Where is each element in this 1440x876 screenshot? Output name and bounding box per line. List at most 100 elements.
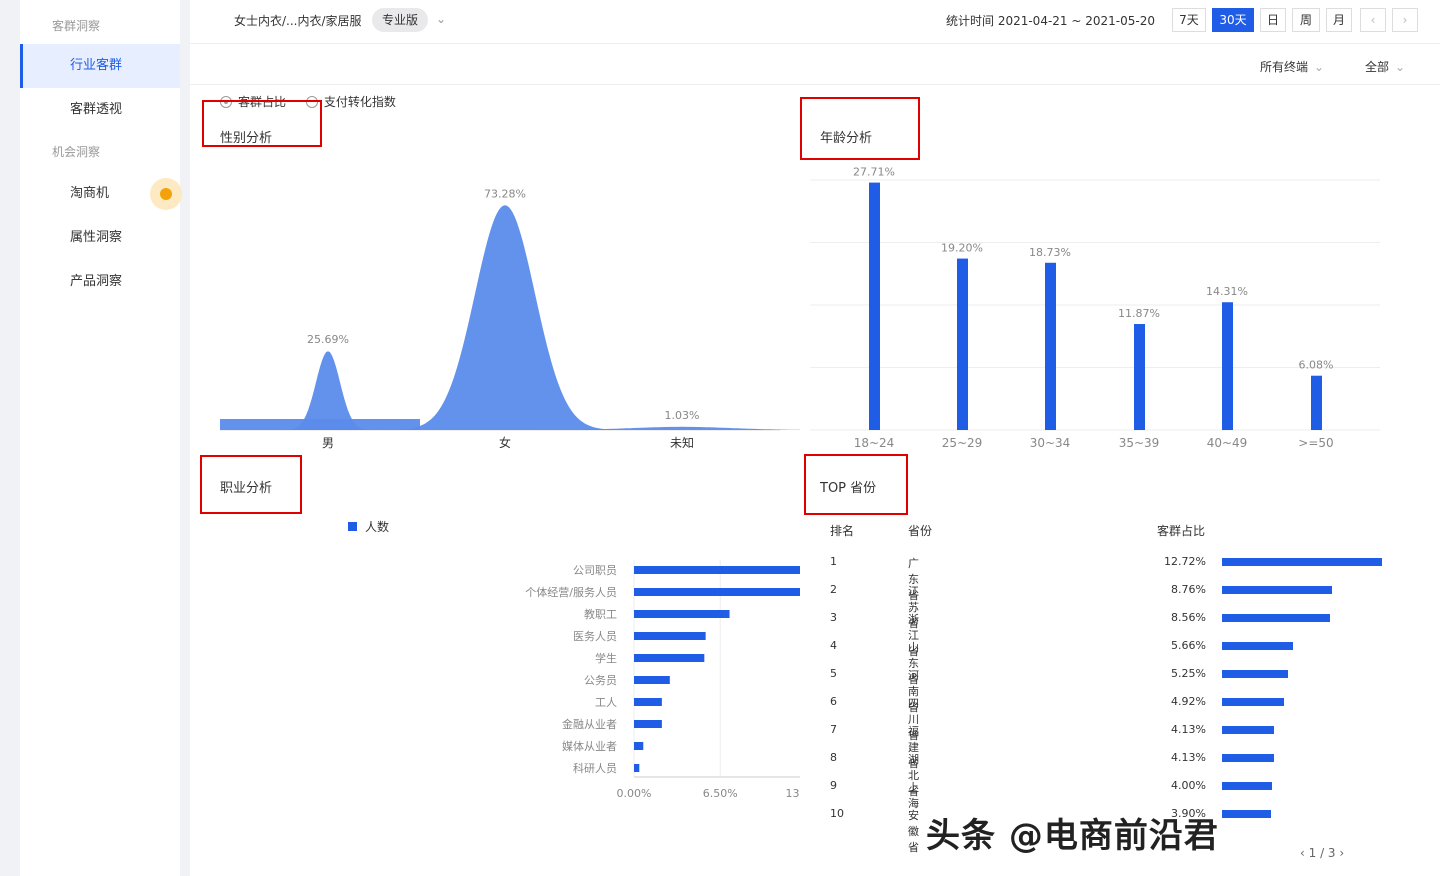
- province-share: 4.13%: [1171, 751, 1206, 764]
- province-header-share: 客群占比: [1157, 524, 1206, 538]
- age-bar-18~24: [869, 182, 880, 430]
- province-share: 8.56%: [1171, 611, 1206, 624]
- province-row: 5 河南省 5.25%: [190, 667, 1289, 714]
- period-month-button[interactable]: 月: [1326, 8, 1352, 32]
- x-tick-label: 30~34: [1030, 436, 1071, 450]
- legend-swatch: [348, 522, 357, 531]
- province-share: 12.72%: [1164, 555, 1206, 568]
- scope-filter[interactable]: 全部 ⌄: [1365, 58, 1405, 75]
- sidebar-section-customer-insight: 客群洞察: [52, 19, 101, 33]
- province-row: 7 福建省 4.13%: [190, 723, 1274, 770]
- highlight-box: [200, 455, 302, 514]
- province-share: 4.92%: [1171, 695, 1206, 708]
- x-tick-label: 40~49: [1207, 436, 1248, 450]
- x-tick-label: 未知: [670, 436, 694, 450]
- province-share: 4.00%: [1171, 779, 1206, 792]
- chevron-down-icon: ⌄: [1314, 60, 1325, 74]
- x-tick-label: 男: [322, 436, 334, 450]
- stat-time: 统计时间 2021-04-21 ~ 2021-05-20: [946, 14, 1155, 28]
- province-rank: 7: [830, 723, 837, 736]
- data-label: 18.73%: [1029, 246, 1071, 259]
- sidebar-item-product-insight[interactable]: 产品洞察: [20, 260, 180, 304]
- data-label: 27.71%: [853, 166, 895, 179]
- province-rank: 9: [830, 779, 837, 792]
- province-rank: 4: [830, 639, 837, 652]
- data-label: 25.69%: [307, 333, 349, 346]
- province-row: 2 江苏省 8.76%: [190, 583, 1333, 630]
- province-rank: 10: [830, 807, 844, 820]
- province-rank: 8: [830, 751, 837, 764]
- province-share: 5.25%: [1171, 667, 1206, 680]
- legend-label: 人数: [365, 519, 389, 534]
- area-plateau: [220, 419, 420, 430]
- highlight-box: [804, 454, 908, 515]
- age-bar-30~34: [1045, 262, 1056, 430]
- province-row: 10 安徽省 3.90%: [190, 807, 1272, 854]
- province-share-bar: [1222, 586, 1333, 594]
- x-tick-label: 女: [499, 435, 511, 450]
- data-label: 19.20%: [941, 242, 983, 255]
- province-share-bar: [1222, 810, 1272, 818]
- sidebar-item-label: 淘商机: [70, 186, 110, 201]
- province-share: 4.13%: [1171, 723, 1206, 736]
- period-week-button[interactable]: 周: [1292, 8, 1320, 32]
- next-period-button[interactable]: ›: [1392, 8, 1418, 32]
- province-share: 5.66%: [1171, 639, 1206, 652]
- province-share: 8.76%: [1171, 583, 1206, 596]
- watermark: 头条 @电商前沿君: [926, 816, 1219, 856]
- sidebar: 客群洞察 行业客群 客群透视 机会洞察 淘商机 属性洞察 产品洞察: [20, 0, 182, 876]
- province-name: 安徽省: [908, 809, 919, 854]
- province-pager[interactable]: ‹ 1 / 3 ›: [1300, 846, 1344, 860]
- filter-bar: 所有终端 ⌄ 全部 ⌄: [190, 45, 1440, 85]
- edition-badge: 专业版: [372, 8, 429, 32]
- sidebar-item-attribute-insight[interactable]: 属性洞察: [20, 216, 180, 260]
- province-row: 1 广东省 12.72%: [190, 555, 1382, 602]
- province-header-name: 省份: [908, 524, 933, 538]
- period-30d-button[interactable]: 30天: [1212, 8, 1254, 32]
- data-label: 11.87%: [1118, 307, 1160, 320]
- period-day-button[interactable]: 日: [1260, 8, 1286, 32]
- period-7d-button[interactable]: 7天: [1172, 8, 1206, 32]
- province-rank: 3: [830, 611, 837, 624]
- province-share-bar: [1222, 558, 1382, 566]
- terminal-filter-label: 所有终端: [1260, 60, 1309, 74]
- province-header-rank: 排名: [830, 524, 855, 538]
- province-share-bar: [1222, 754, 1274, 762]
- data-label: 14.31%: [1206, 285, 1248, 298]
- age-chart: 27.71% 18~24 19.20% 25~29 18.73% 30~34 11.87% 3…: [810, 166, 1380, 450]
- data-label: 73.28%: [484, 187, 526, 200]
- sidebar-item-customer-perspective[interactable]: 客群透视: [20, 88, 180, 132]
- province-share-bar: [1222, 698, 1284, 706]
- chevron-down-icon[interactable]: ⌄: [436, 12, 446, 26]
- age-bar->=50: [1311, 375, 1322, 430]
- province-rank: 2: [830, 583, 837, 596]
- province-row: 9 上海 4.00%: [190, 779, 1273, 810]
- terminal-filter[interactable]: 所有终端 ⌄: [1260, 58, 1324, 75]
- data-label: 6.08%: [1299, 359, 1334, 372]
- age-bar-35~39: [1134, 324, 1145, 430]
- top-bar: 女士内衣/...内衣/家居服 专业版 ⌄ 统计时间 2021-04-21 ~ 2…: [190, 0, 1440, 44]
- notification-dot-icon: [150, 178, 182, 210]
- sidebar-item-industry-customer[interactable]: 行业客群: [20, 44, 180, 88]
- highlight-box: [202, 100, 322, 147]
- prev-period-button[interactable]: ‹: [1360, 8, 1386, 32]
- sidebar-item-taoshangji[interactable]: 淘商机: [20, 172, 182, 216]
- province-rank: 6: [830, 695, 837, 708]
- x-tick-label: 25~29: [942, 436, 983, 450]
- province-share-bar: [1222, 726, 1274, 734]
- province-rank: 1: [830, 555, 837, 568]
- province-row: 4 山东省 5.66%: [190, 639, 1294, 686]
- chevron-down-icon: ⌄: [1395, 60, 1406, 74]
- data-label: 1.03%: [665, 409, 700, 422]
- category-breadcrumb[interactable]: 女士内衣/...内衣/家居服: [234, 12, 362, 29]
- province-row: 6 四川省 4.92%: [190, 695, 1284, 742]
- province-rank: 5: [830, 667, 837, 680]
- highlight-box: [800, 97, 920, 160]
- province-share-bar: [1222, 642, 1294, 650]
- scope-filter-label: 全部: [1365, 60, 1390, 74]
- x-tick-label: >=50: [1298, 436, 1333, 450]
- radio-label: 支付转化指数: [323, 95, 396, 109]
- main-panel: 女士内衣/...内衣/家居服 专业版 ⌄ 统计时间 2021-04-21 ~ 2…: [190, 0, 1440, 876]
- province-row: 3 浙江省 8.56%: [190, 611, 1330, 658]
- area-series-男: [280, 351, 376, 430]
